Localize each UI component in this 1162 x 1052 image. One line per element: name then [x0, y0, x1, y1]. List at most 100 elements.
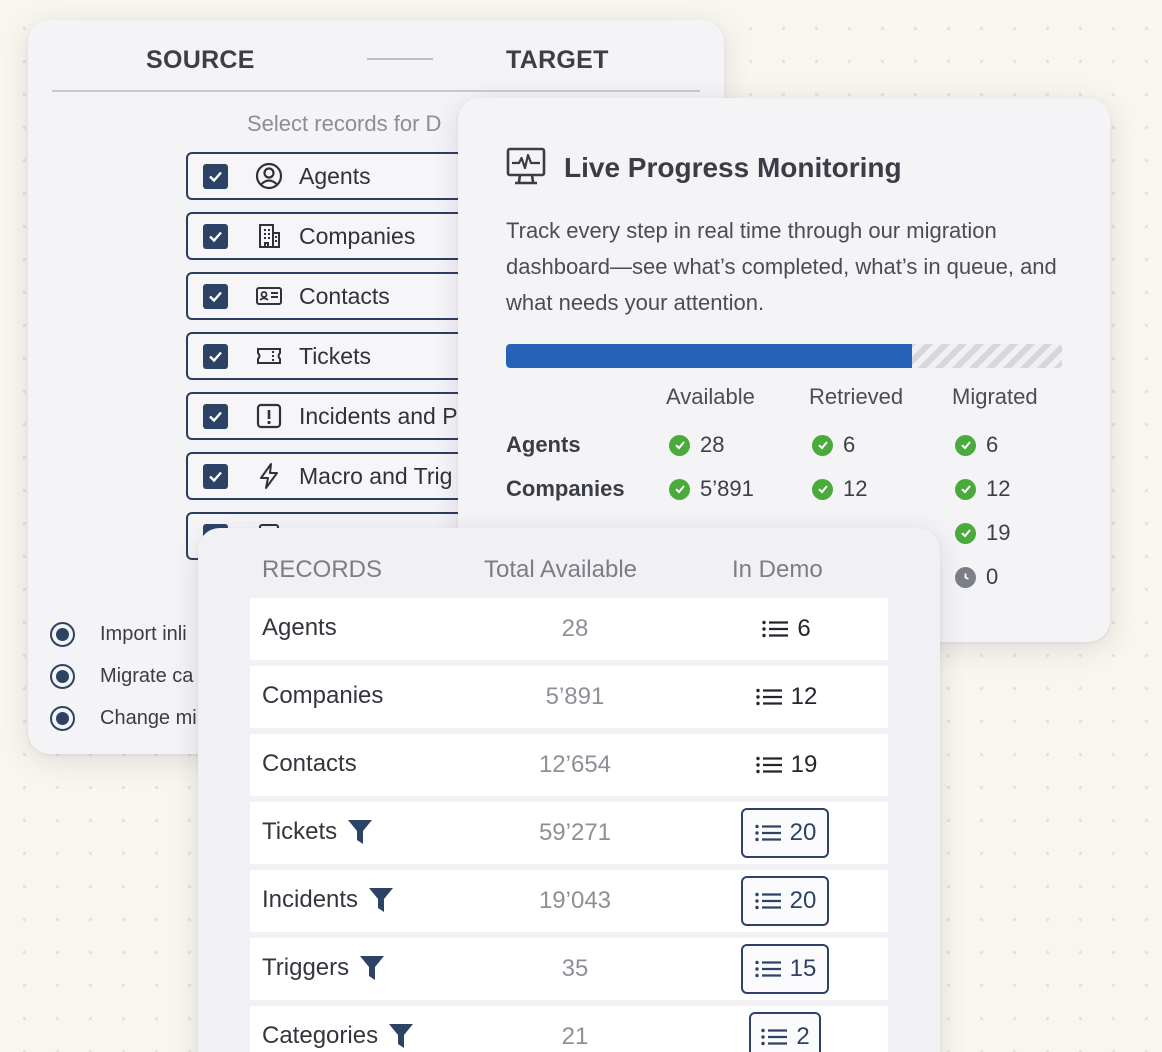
migration-progress-fill [506, 344, 912, 368]
demo-count: 19 [728, 743, 844, 787]
record-total: 12’654 [538, 751, 612, 778]
record-total: 28 [561, 615, 589, 642]
check-circle-icon [669, 478, 690, 500]
table-row: Incidents 19’043 20 [250, 870, 888, 932]
column-retrieved: Retrieved [809, 384, 904, 409]
record-name: Tickets [262, 818, 373, 846]
list-icon [754, 960, 781, 978]
ticket-icon [253, 340, 285, 372]
record-label: Macro and Trig [299, 462, 453, 489]
record-total: 19’043 [538, 887, 612, 914]
option-label: Import inli [100, 623, 187, 645]
record-row-agents[interactable]: Agents [186, 152, 486, 200]
record-label: Contacts [299, 282, 390, 309]
check-circle-icon [955, 434, 976, 456]
demo-count: 6 [728, 607, 844, 651]
filter-icon[interactable] [368, 886, 394, 914]
column-available: Available [666, 384, 755, 409]
record-row-incidents[interactable]: Incidents and P [186, 392, 486, 440]
migration-progress-bar [506, 344, 1062, 368]
record-name: Categories [262, 1022, 414, 1050]
record-total: 35 [561, 955, 589, 982]
check-circle-icon [669, 434, 690, 456]
filter-icon[interactable] [359, 954, 385, 982]
table-row: Contacts 12’654 19 [250, 734, 888, 796]
source-target-connector [367, 58, 433, 60]
record-label: Incidents and P [299, 402, 458, 429]
alert-square-icon [253, 400, 285, 432]
records-table-card: RECORDS Total Available In Demo Agents 2… [198, 528, 940, 1052]
source-tab-label[interactable]: SOURCE [146, 46, 255, 75]
table-row: Companies 5’891 12 [250, 666, 888, 728]
migrated-cell: 6 [955, 432, 998, 458]
checkbox-contacts[interactable] [203, 283, 228, 309]
radio-migrate[interactable] [50, 664, 75, 689]
option-label: Change mi [100, 707, 197, 729]
building-icon [253, 220, 285, 252]
progress-title: Live Progress Monitoring [564, 152, 902, 183]
demo-count-button[interactable]: 20 [741, 808, 829, 858]
list-icon [755, 756, 782, 774]
option-migrate[interactable]: Migrate ca [50, 664, 193, 689]
record-name: Triggers [262, 954, 385, 982]
checkbox-incidents[interactable] [203, 403, 228, 429]
record-name: Agents [262, 614, 337, 641]
demo-count-button[interactable]: 15 [741, 944, 829, 994]
record-name: Contacts [262, 750, 357, 777]
clock-icon [955, 566, 976, 588]
id-card-icon [253, 280, 285, 312]
available-cell: 5’891 [669, 476, 754, 502]
user-circle-icon [253, 160, 285, 192]
check-circle-icon [955, 478, 976, 500]
target-tab-label[interactable]: TARGET [506, 46, 609, 75]
checkbox-agents[interactable] [203, 163, 228, 189]
record-row-contacts[interactable]: Contacts [186, 272, 486, 320]
radio-change[interactable] [50, 706, 75, 731]
header-total-available: Total Available [484, 556, 637, 583]
table-row: Tickets 59’271 20 [250, 802, 888, 864]
record-label: Tickets [299, 342, 371, 369]
record-label: Companies [299, 222, 416, 249]
migrated-cell: 19 [955, 520, 1010, 546]
checkbox-companies[interactable] [203, 223, 228, 249]
table-row: Agents 28 6 [250, 598, 888, 660]
demo-count-button[interactable]: 2 [749, 1012, 821, 1052]
available-cell: 28 [669, 432, 724, 458]
record-name: Incidents [262, 886, 394, 914]
list-icon [762, 620, 789, 638]
checkbox-macros[interactable] [203, 463, 228, 489]
option-label: Migrate ca [100, 665, 194, 687]
table-row: Triggers 35 15 [250, 938, 888, 1000]
list-icon [754, 824, 781, 842]
record-total: 59’271 [538, 819, 612, 846]
record-total: 21 [561, 1023, 589, 1050]
demo-count: 12 [728, 675, 844, 719]
monitor-pulse-icon [506, 146, 546, 191]
check-circle-icon [955, 522, 976, 544]
check-circle-icon [812, 434, 833, 456]
progress-row-label-companies: Companies [506, 476, 625, 501]
header-records: RECORDS [262, 556, 383, 583]
progress-description: Track every step in real time through ou… [506, 218, 1057, 315]
option-import-inline[interactable]: Import inli [50, 622, 187, 647]
header-in-demo: In Demo [732, 556, 823, 583]
record-total: 5’891 [545, 683, 605, 710]
radio-import-inline[interactable] [50, 622, 75, 647]
list-icon [761, 1028, 788, 1046]
option-change[interactable]: Change mi [50, 706, 197, 731]
progress-row-label-agents: Agents [506, 432, 581, 457]
filter-icon[interactable] [347, 818, 373, 846]
record-row-macros[interactable]: Macro and Trig [186, 452, 486, 500]
list-icon [755, 688, 782, 706]
filter-icon[interactable] [388, 1022, 414, 1050]
retrieved-cell: 12 [812, 476, 867, 502]
checkbox-tickets[interactable] [203, 343, 228, 369]
lightning-icon [253, 460, 285, 492]
record-row-companies[interactable]: Companies [186, 212, 486, 260]
column-migrated: Migrated [952, 384, 1038, 409]
select-records-text: Select records for D [247, 111, 442, 136]
list-icon [754, 892, 781, 910]
demo-count-button[interactable]: 20 [741, 876, 829, 926]
record-row-tickets[interactable]: Tickets [186, 332, 486, 380]
check-circle-icon [812, 478, 833, 500]
